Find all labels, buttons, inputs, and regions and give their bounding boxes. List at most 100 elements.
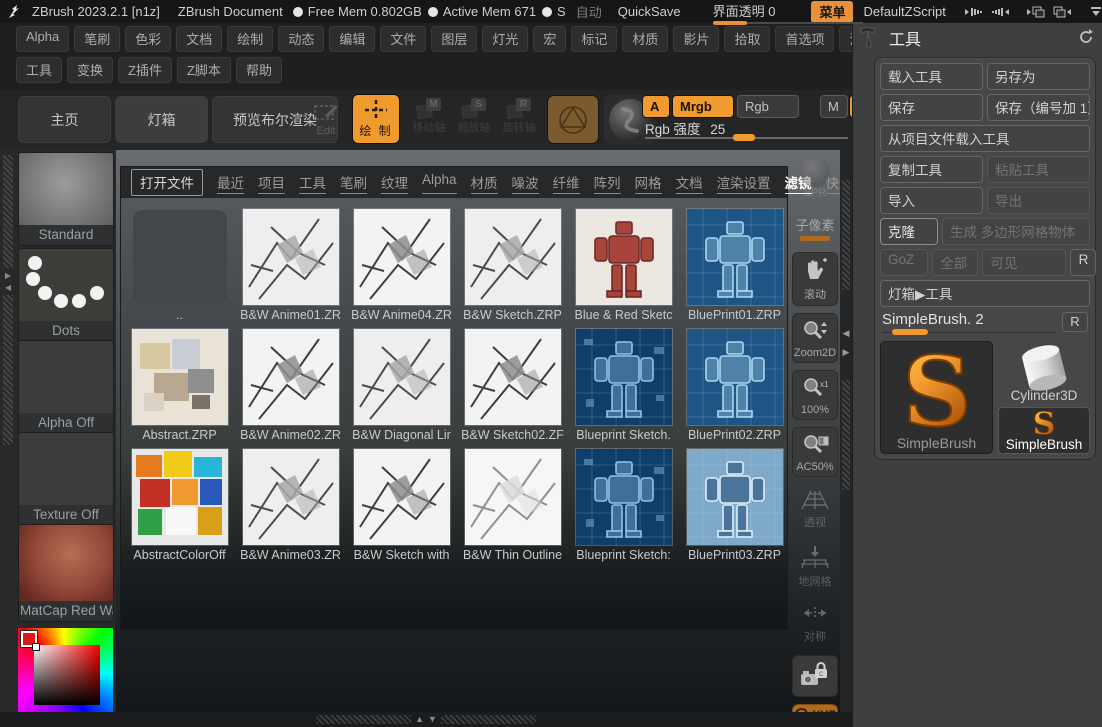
- shelf-button-地网格[interactable]: 地网格: [792, 541, 838, 593]
- tool-button-导入[interactable]: 导入: [880, 187, 983, 214]
- tray-slot-alpha-off[interactable]: Alpha Off: [18, 340, 114, 434]
- lightbox-tab-渲染设置[interactable]: 渲染设置: [717, 172, 771, 194]
- texture-slot-button[interactable]: [547, 95, 599, 144]
- menu-item-宏[interactable]: 宏: [533, 26, 566, 52]
- menu-item-灯光[interactable]: 灯光: [482, 26, 528, 52]
- open-file-button[interactable]: 打开文件: [131, 169, 203, 196]
- tool-button-保存[interactable]: 保存: [880, 94, 983, 121]
- color-picker[interactable]: [18, 628, 113, 712]
- minimize-icon[interactable]: [1086, 4, 1102, 20]
- menu-item-图层[interactable]: 图层: [431, 26, 477, 52]
- lightbox-tab-Alpha[interactable]: Alpha: [422, 172, 457, 194]
- lightbox-item[interactable]: B&W Anime01.ZR: [235, 209, 346, 322]
- draw-button[interactable]: 绘 制: [352, 94, 400, 144]
- lightbox-tab-纤维[interactable]: 纤维: [553, 172, 580, 194]
- rgb-intensity-slider[interactable]: Rgb 强度 25: [645, 118, 850, 138]
- menu-item-拾取[interactable]: 拾取: [724, 26, 770, 52]
- gizmo-s-icon[interactable]: S缩放轴: [453, 98, 495, 135]
- menu-item-工具[interactable]: 工具: [16, 57, 62, 83]
- lightbox-item[interactable]: Abstract.ZRP: [124, 329, 235, 442]
- rgb-intensity-knob[interactable]: [733, 134, 755, 141]
- tray-slot-dots[interactable]: Dots: [18, 248, 114, 342]
- palette-reset-icon[interactable]: [1078, 29, 1094, 48]
- tray-slot-matcap-red-wax[interactable]: MatCap Red Wax: [18, 524, 114, 622]
- menu-item-文档[interactable]: 文档: [176, 26, 222, 52]
- tool-button-保存（编号加 1）[interactable]: 保存（编号加 1）: [987, 94, 1090, 121]
- active-tool-name[interactable]: SimpleBrush. 2: [882, 311, 1056, 333]
- gizmo-m-icon[interactable]: M移动轴: [408, 98, 450, 135]
- lightbox-tab-材质[interactable]: 材质: [471, 172, 498, 194]
- tool-button-灯箱▶工具[interactable]: 灯箱▶工具: [880, 280, 1090, 307]
- move-ui-right-icon[interactable]: [1052, 4, 1072, 20]
- shelf-button-ac50-[interactable]: AC50%: [792, 427, 838, 477]
- lightbox-tab-纹理[interactable]: 纹理: [381, 172, 408, 194]
- tray-slot-texture-off[interactable]: Texture Off: [18, 432, 114, 526]
- menu-item-材质[interactable]: 材质: [622, 26, 668, 52]
- tool-button-GoZ[interactable]: GoZ: [880, 249, 928, 276]
- menu-item-动态[interactable]: 动态: [278, 26, 324, 52]
- menu-item-Z插件[interactable]: Z插件: [118, 57, 172, 83]
- tool-button-克隆[interactable]: 克隆: [880, 218, 938, 245]
- edit-button[interactable]: Edit: [306, 102, 346, 137]
- tool-button-生成 多边形网格物体[interactable]: 生成 多边形网格物体: [942, 218, 1090, 245]
- menu-button[interactable]: 菜单: [811, 1, 853, 23]
- tool-button-R[interactable]: R: [1070, 249, 1096, 276]
- lightbox-tab-噪波[interactable]: 噪波: [512, 172, 539, 194]
- shelf-button-滚动[interactable]: 滚动: [792, 252, 838, 306]
- lightbox-tab-文档[interactable]: 文档: [676, 172, 703, 194]
- menu-item-编辑[interactable]: 编辑: [329, 26, 375, 52]
- shelf-button-透视[interactable]: 透视: [792, 484, 838, 534]
- mode-button-m[interactable]: M: [820, 95, 848, 118]
- tool-button-全部[interactable]: 全部: [932, 249, 978, 276]
- menu-item-帮助[interactable]: 帮助: [236, 57, 282, 83]
- menu-item-Alpha[interactable]: Alpha: [16, 26, 69, 52]
- lightbox-item[interactable]: B&W Anime03.ZR: [235, 449, 346, 562]
- tray-up-arrow-icon[interactable]: ▲: [415, 715, 424, 724]
- home-button[interactable]: 主页: [18, 96, 111, 143]
- shelf-button-camera-lock[interactable]: C: [792, 655, 838, 697]
- lightbox-item[interactable]: B&W Anime04.ZR: [346, 209, 457, 322]
- gizmo-r-icon[interactable]: R旋转轴: [498, 98, 540, 135]
- lightbox-item[interactable]: Blue & Red Sketc: [568, 209, 679, 322]
- lightbox-item[interactable]: BluePrint01.ZRP: [679, 209, 790, 322]
- menu-item-变换[interactable]: 变换: [67, 57, 113, 83]
- lightbox-button[interactable]: 灯箱: [115, 96, 208, 143]
- bottom-tray-divider[interactable]: ▲ ▼: [0, 712, 852, 727]
- quicksave-button[interactable]: QuickSave: [618, 4, 681, 19]
- tool-button-另存为[interactable]: 另存为: [987, 63, 1090, 90]
- menu-item-文件[interactable]: 文件: [380, 26, 426, 52]
- lightbox-tab-笔刷[interactable]: 笔刷: [340, 172, 367, 194]
- lightbox-item[interactable]: B&W Anime02.ZR: [235, 329, 346, 442]
- tool-button-导出[interactable]: 导出: [987, 187, 1090, 214]
- tool-button-载入工具[interactable]: 载入工具: [880, 63, 983, 90]
- lightbox-item[interactable]: ..: [124, 209, 235, 322]
- lightbox-item[interactable]: Blueprint Sketch:: [568, 449, 679, 562]
- menu-item-Z脚本[interactable]: Z脚本: [177, 57, 231, 83]
- mode-button-mrgb[interactable]: Mrgb: [672, 95, 734, 118]
- menu-item-绘制[interactable]: 绘制: [227, 26, 273, 52]
- lightbox-item[interactable]: B&W Sketch with: [346, 449, 457, 562]
- tool-button-可见[interactable]: 可见: [982, 249, 1066, 276]
- ui-shrink-icon[interactable]: [964, 4, 984, 20]
- shelf-button-子像素[interactable]: 子像素: [792, 210, 838, 245]
- menu-item-影片[interactable]: 影片: [673, 26, 719, 52]
- lightbox-item[interactable]: B&W Sketch02.ZF: [457, 329, 568, 442]
- lightbox-item[interactable]: Blueprint Sketch.: [568, 329, 679, 442]
- lightbox-tab-工具[interactable]: 工具: [299, 172, 326, 194]
- tool-button-复制工具[interactable]: 复制工具: [880, 156, 983, 183]
- left-tray-divider-arrows[interactable]: ▶◀: [3, 268, 13, 295]
- tool-thumbnail-simplebrush-small[interactable]: SSimpleBrush: [998, 407, 1090, 454]
- left-tray-scrollbar[interactable]: [3, 155, 13, 445]
- mode-button-rgb[interactable]: Rgb: [737, 95, 799, 118]
- tool-button-从项目文件载入工具[interactable]: 从项目文件载入工具: [880, 125, 1090, 152]
- active-tool-thumbnail-simplebrush[interactable]: SSimpleBrush: [880, 341, 993, 454]
- lightbox-tab-网格[interactable]: 网格: [635, 172, 662, 194]
- color-picker-sv-square[interactable]: [34, 645, 100, 705]
- lightbox-tab-阵列[interactable]: 阵列: [594, 172, 621, 194]
- right-tray-divider[interactable]: ◀▶: [840, 150, 852, 712]
- shelf-button-bpr[interactable]: BPR: [792, 152, 838, 203]
- menu-item-标记[interactable]: 标记: [571, 26, 617, 52]
- tool-button-粘贴工具[interactable]: 粘贴工具: [987, 156, 1090, 183]
- color-picker-selector[interactable]: [32, 643, 40, 651]
- lightbox-item[interactable]: B&W Thin Outline: [457, 449, 568, 562]
